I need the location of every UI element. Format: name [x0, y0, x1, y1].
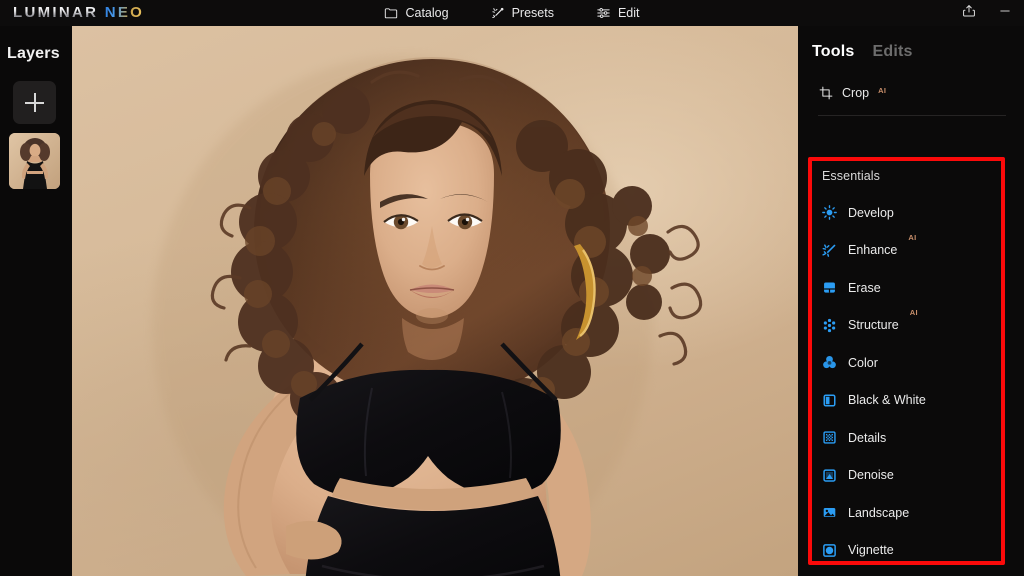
- tool-item-erase[interactable]: Erase: [812, 269, 1001, 307]
- denoise-icon: [822, 468, 837, 483]
- tool-item-vignette[interactable]: Vignette: [812, 532, 1001, 570]
- tool-label-vignette: Vignette: [848, 543, 894, 558]
- share-upload-icon: [962, 4, 976, 23]
- essentials-tool-list: Develop Enhance AI Erase Structure AI Co…: [812, 194, 1001, 569]
- tool-label-landscape: Landscape: [848, 505, 910, 520]
- portrait-layer-thumbnail[interactable]: [9, 133, 60, 189]
- layers-sidebar: Layers: [0, 26, 72, 576]
- tool-label-enhance: Enhance: [848, 243, 898, 258]
- photo-preview[interactable]: [72, 26, 798, 576]
- luminar-neo-window: LUMINAR NEO Catalog Presets Edit Layers …: [0, 0, 1024, 576]
- window-controls: [958, 0, 1016, 26]
- tool-label-color: Color: [848, 355, 878, 370]
- share-button[interactable]: [958, 2, 980, 24]
- minimize-button[interactable]: [994, 2, 1016, 24]
- tool-item-details[interactable]: Details: [812, 419, 1001, 457]
- tool-label-develop: Develop: [848, 205, 894, 220]
- nav-label-presets: Presets: [511, 6, 554, 20]
- nav-label-catalog: Catalog: [405, 6, 449, 20]
- landscape-icon: [822, 505, 837, 520]
- tool-item-enhance[interactable]: Enhance AI: [812, 232, 1001, 270]
- portrait-subject: [152, 56, 703, 576]
- panel-divider: [818, 115, 1006, 116]
- sun-icon: [822, 205, 837, 221]
- crop-icon: [818, 85, 833, 100]
- tool-item-color[interactable]: Color: [812, 344, 1001, 382]
- tool-label-erase: Erase: [848, 280, 881, 295]
- nav-item-presets[interactable]: Presets: [486, 3, 559, 23]
- tool-label-denoise: Denoise: [848, 468, 894, 483]
- sliders-icon: [596, 6, 611, 20]
- tool-item-landscape[interactable]: Landscape: [812, 494, 1001, 532]
- tab-tools[interactable]: Tools: [812, 43, 854, 61]
- color-wheel-icon: [822, 355, 837, 370]
- add-layer-button[interactable]: [13, 81, 56, 124]
- top-navigation: Catalog Presets Edit: [0, 0, 1024, 26]
- nav-label-edit: Edit: [617, 6, 640, 20]
- nav-item-catalog[interactable]: Catalog: [379, 3, 453, 23]
- top-bar: LUMINAR NEO Catalog Presets Edit: [0, 0, 1024, 26]
- plus-icon: [25, 93, 44, 112]
- tool-label-structure: Structure: [848, 318, 899, 333]
- minimize-icon: [998, 4, 1012, 23]
- eraser-icon: [822, 280, 837, 295]
- ai-badge-structure: AI: [909, 307, 919, 317]
- tool-label-details: Details: [848, 430, 887, 445]
- tab-edits[interactable]: Edits: [872, 43, 912, 61]
- tools-panel: Tools Edits Crop AI Essentials Develop E…: [798, 26, 1024, 576]
- tool-item-crop[interactable]: Crop AI: [818, 85, 1024, 100]
- panel-tabs: Tools Edits: [798, 26, 1024, 61]
- section-title-essentials: Essentials: [822, 169, 880, 183]
- sparkle-wand-icon: [491, 6, 505, 20]
- tool-label-crop: Crop: [842, 85, 870, 100]
- folder-icon: [384, 6, 398, 20]
- dots-grid-icon: [822, 318, 837, 333]
- ai-badge-enhance: AI: [908, 232, 917, 242]
- essentials-section: Essentials Develop Enhance AI Erase Stru…: [812, 157, 1001, 569]
- tool-item-black-and-white[interactable]: Black & White: [812, 382, 1001, 420]
- half-tone-icon: [822, 393, 837, 408]
- layers-title: Layers: [7, 45, 60, 62]
- tool-label-black-and-white: Black & White: [848, 393, 926, 408]
- tool-item-denoise[interactable]: Denoise: [812, 457, 1001, 495]
- nav-item-edit[interactable]: Edit: [591, 3, 645, 23]
- vignette-icon: [822, 543, 837, 558]
- tool-item-develop[interactable]: Develop: [812, 194, 1001, 232]
- ai-badge-crop: AI: [878, 86, 887, 95]
- details-grid-icon: [822, 430, 837, 445]
- sparkle-icon: [822, 243, 837, 258]
- tool-item-structure[interactable]: Structure AI: [812, 307, 1001, 345]
